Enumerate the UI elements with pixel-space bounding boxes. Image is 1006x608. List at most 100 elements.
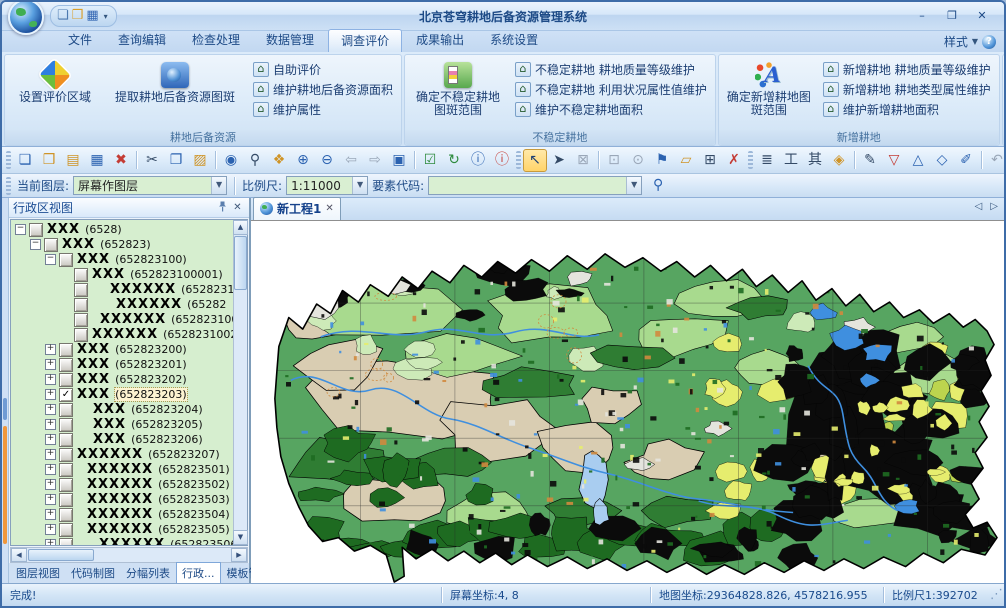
app-orb-globe-icon[interactable] <box>8 0 44 35</box>
tree-row-4[interactable]: XXXXXX(65282310 <box>13 282 233 297</box>
tab-close-icon[interactable]: ✕ <box>325 203 333 214</box>
scroll-left-icon[interactable]: ◀ <box>11 548 27 562</box>
small-button-0-0[interactable]: ⌂自助评价 <box>249 60 397 78</box>
large-button-0-0[interactable]: 设置评价区域 <box>9 58 101 130</box>
small-button-2-2[interactable]: ⌂维护新增耕地面积 <box>819 100 995 118</box>
tree-row-12[interactable]: +XXX(652823204) <box>13 402 233 417</box>
tree-checkbox[interactable] <box>59 508 73 522</box>
ribbon-tab-6[interactable]: 系统设置 <box>478 29 550 52</box>
expand-icon[interactable]: + <box>45 494 56 505</box>
save-icon[interactable]: ▦ <box>86 9 98 23</box>
tree-row-6[interactable]: XXXXXX(6528231002 <box>13 312 233 327</box>
expand-icon[interactable]: + <box>45 509 56 520</box>
tab-scroll-left-icon[interactable]: ◁ <box>975 201 983 212</box>
tool-ji-icon[interactable]: 其 <box>803 149 827 172</box>
panel-tab-0[interactable]: 图层视图 <box>11 563 65 583</box>
tree-checkbox[interactable] <box>59 478 73 492</box>
collapse-icon[interactable]: − <box>45 254 56 265</box>
tree-row-3[interactable]: XXX(652823100001) <box>13 267 233 282</box>
tree-horizontal-scrollbar[interactable]: ◀ ▶ <box>10 547 248 563</box>
delete-feature-icon[interactable]: ✗ <box>722 149 746 172</box>
small-button-0-2[interactable]: ⌂维护属性 <box>249 100 397 118</box>
sketch-icon[interactable]: ✎ <box>858 149 882 172</box>
align-icon[interactable]: ≣ <box>755 149 779 172</box>
small-button-1-1[interactable]: ⌂不稳定耕地 利用状况属性值维护 <box>511 80 711 98</box>
ribbon-tab-1[interactable]: 查询编辑 <box>106 29 178 52</box>
expand-icon[interactable]: + <box>45 374 56 385</box>
select-cursor-icon[interactable]: ↖ <box>523 149 547 172</box>
undo-icon[interactable]: ↶ <box>985 149 1004 172</box>
new-document-icon[interactable]: ❏ <box>57 9 69 23</box>
scroll-thumb[interactable] <box>28 549 94 561</box>
refresh-icon[interactable]: ↻ <box>442 149 466 172</box>
close-button[interactable]: ✕ <box>968 7 996 25</box>
expand-icon[interactable]: + <box>45 404 56 415</box>
panel-close-icon[interactable]: ✕ <box>230 202 245 213</box>
ribbon-tab-4[interactable]: 调查评价 <box>328 29 402 52</box>
info-icon[interactable]: ⓘ <box>466 149 490 172</box>
paste-icon[interactable]: ▨ <box>188 149 212 172</box>
tree-checkbox[interactable] <box>59 523 73 537</box>
tree-checkbox[interactable] <box>74 328 88 342</box>
circle-select-icon[interactable]: ⊙ <box>626 149 650 172</box>
chevron-down-icon[interactable]: ▼ <box>352 177 367 194</box>
small-button-2-1[interactable]: ⌂新增耕地 耕地类型属性维护 <box>819 80 995 98</box>
dock-strip[interactable] <box>2 198 9 583</box>
triangle-blue-icon[interactable]: △ <box>906 149 930 172</box>
help-icon[interactable]: ? <box>982 35 996 49</box>
rect-select-icon[interactable]: ⊡ <box>602 149 626 172</box>
tree-row-18[interactable]: +XXXXXX(652823503) <box>13 492 233 507</box>
tree-checkbox[interactable] <box>59 448 73 462</box>
back-view-icon[interactable]: ⇦ <box>339 149 363 172</box>
tab-scroll-right-icon[interactable]: ▷ <box>990 201 998 212</box>
tree-checkbox[interactable] <box>59 538 73 546</box>
expand-icon[interactable]: + <box>45 524 56 535</box>
style-caret-icon[interactable]: ▼ <box>972 37 978 46</box>
tree-row-14[interactable]: +XXX(652823206) <box>13 432 233 447</box>
find-feature-icon[interactable]: ⚲ <box>646 175 670 196</box>
toolbar-grip[interactable] <box>6 177 11 195</box>
ribbon-tab-2[interactable]: 检查处理 <box>180 29 252 52</box>
overlay-shapes-icon[interactable]: ▱ <box>674 149 698 172</box>
tree-row-8[interactable]: +XXX(652823200) <box>13 342 233 357</box>
open-folder-icon[interactable]: ❒ <box>72 9 84 23</box>
collapse-icon[interactable]: − <box>15 224 26 235</box>
pin-icon[interactable] <box>215 201 230 215</box>
tree-vertical-scrollbar[interactable]: ▲ ▼ <box>233 220 247 545</box>
chevron-down-icon[interactable]: ▼ <box>211 177 226 194</box>
zoom-in-icon[interactable]: ⊕ <box>291 149 315 172</box>
magnifier-icon[interactable]: ⚲ <box>243 149 267 172</box>
database-icon[interactable]: ▤ <box>61 149 85 172</box>
expand-icon[interactable]: + <box>45 359 56 370</box>
tree-row-9[interactable]: +XXX(652823201) <box>13 357 233 372</box>
map-document-tab[interactable]: 新工程1 ✕ <box>253 197 341 220</box>
region-move-icon[interactable]: ⊞ <box>698 149 722 172</box>
tree-row-19[interactable]: +XXXXXX(652823504) <box>13 507 233 522</box>
tree-checkbox[interactable] <box>74 283 88 297</box>
small-button-0-1[interactable]: ⌂维护耕地后备资源面积 <box>249 80 397 98</box>
close-file-icon[interactable]: ✖ <box>109 149 133 172</box>
tree-checkbox[interactable] <box>29 223 43 237</box>
tree-checkbox[interactable] <box>59 373 73 387</box>
expand-icon[interactable]: + <box>45 449 56 460</box>
tree-row-16[interactable]: +XXXXXX(652823501) <box>13 462 233 477</box>
small-button-1-0[interactable]: ⌂不稳定耕地 耕地质量等级维护 <box>511 60 711 78</box>
panel-tab-3[interactable]: 行政... <box>176 562 221 583</box>
tree-row-10[interactable]: +XXX(652823202) <box>13 372 233 387</box>
tree-checkbox[interactable] <box>59 463 73 477</box>
expand-icon[interactable]: + <box>45 479 56 490</box>
panel-tab-1[interactable]: 代码制图 <box>66 563 120 583</box>
tree-row-11[interactable]: +✓XXX(652823203) <box>13 387 233 402</box>
tree-row-1[interactable]: −XXX(652823) <box>13 237 233 252</box>
tree-row-7[interactable]: XXXXXX(652823100203) <box>13 327 233 342</box>
copy-icon[interactable]: ❐ <box>164 149 188 172</box>
large-button-2-0[interactable]: 确定新增耕地图斑范围 <box>723 58 815 130</box>
tree-row-5[interactable]: XXXXXX(65282 <box>13 297 233 312</box>
tree-row-20[interactable]: +XXXXXX(652823505) <box>13 522 233 537</box>
tree-row-2[interactable]: −XXX(652823100) <box>13 252 233 267</box>
tree-checkbox[interactable] <box>59 433 73 447</box>
triangle-red-icon[interactable]: ▽ <box>882 149 906 172</box>
edit-pad-icon[interactable]: ✐ <box>954 149 978 172</box>
feature-code-combo[interactable]: ▼ <box>428 176 642 195</box>
style-menu-button[interactable]: 样式 <box>944 33 968 50</box>
